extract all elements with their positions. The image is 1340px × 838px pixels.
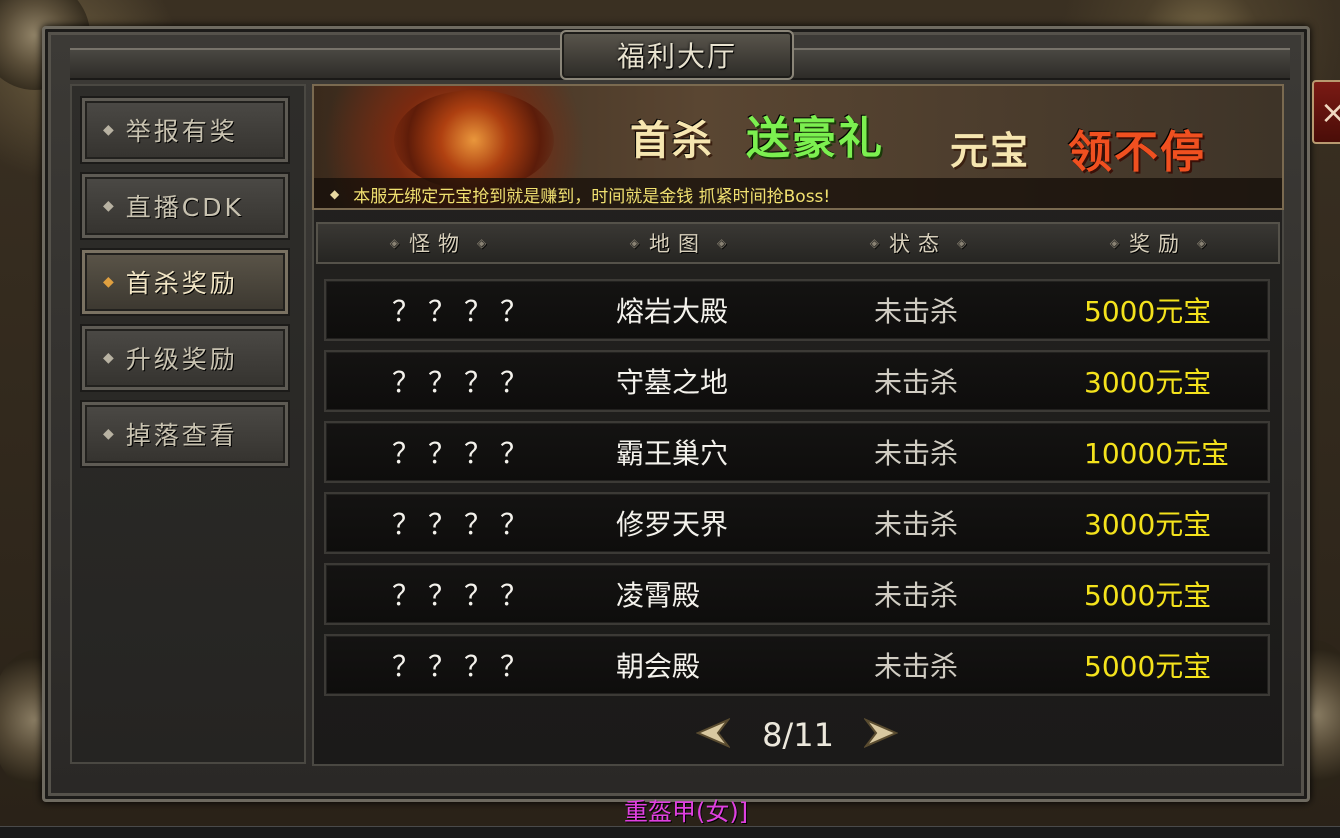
banner-headline-1: 首杀 [630,118,714,164]
ornament-icon: ◈ [1109,236,1119,250]
column-header-reward: ◈ 奖励 ◈ [1109,232,1207,256]
ornament-icon: ◈ [717,236,727,250]
close-icon: × [1320,93,1340,131]
map-cell: 修罗天界 [616,508,729,541]
reward-cell: 5000元宝 [1084,579,1212,612]
diamond-bullet-icon: ◆ [103,274,114,290]
diamond-bullet-icon: ◆ [103,122,114,138]
sidebar-item-first-kill-reward[interactable]: ◆ 首杀奖励 [82,250,288,314]
status-cell: 未击杀 [874,437,959,470]
status-cell: 未击杀 [874,508,959,541]
prev-page-arrow-icon[interactable] [696,716,730,750]
sidebar-item-label: 升级奖励 [125,345,238,374]
item-name-label: 重盔甲(女)] [624,798,749,826]
sidebar-item-drop-view[interactable]: ◆ 掉落查看 [82,402,288,466]
status-cell: 未击杀 [874,295,959,328]
pager: 8/11 [696,712,906,758]
diamond-bullet-icon: ◆ [103,426,114,442]
sidebar-item-label: 掉落查看 [125,421,238,450]
column-header-map: ◈ 地图 ◈ [629,232,727,256]
table-row[interactable]: ？？？？ 凌霄殿 未击杀 5000元宝 [324,563,1270,625]
promo-banner: 首杀 送豪礼 元宝 领不停 ◆ 本服无绑定元宝抢到就是赚到，时间就是金钱 抓紧时… [312,84,1284,210]
ornament-icon: ◈ [1197,236,1207,250]
monster-cell: ？？？？ [392,366,537,399]
ornament-icon: ◈ [957,236,967,250]
table-header: ◈ 怪物 ◈ ◈ 地图 ◈ ◈ 状态 ◈ ◈ 奖励 ◈ [316,222,1280,264]
banner-notice-text: 本服无绑定元宝抢到就是赚到，时间就是金钱 抓紧时间抢Boss! [353,186,831,207]
banner-notice-bar: ◆ 本服无绑定元宝抢到就是赚到，时间就是金钱 抓紧时间抢Boss! [314,178,1282,208]
map-cell: 凌霄殿 [616,579,701,612]
banner-headline-3: 元宝 [950,129,1031,173]
sidebar-item-label: 首杀奖励 [125,269,238,298]
map-cell: 朝会殿 [616,650,701,683]
diamond-bullet-icon: ◆ [103,198,114,214]
monster-cell: ？？？？ [392,295,537,328]
window-title: 福利大厅 [616,40,737,73]
sidebar-item-level-reward[interactable]: ◆ 升级奖励 [82,326,288,390]
notice-arrow-icon: ◆ [330,187,340,201]
table-row[interactable]: ？？？？ 守墓之地 未击杀 3000元宝 [324,350,1270,412]
reward-cell: 5000元宝 [1084,295,1212,328]
table-row[interactable]: ？？？？ 熔岩大殿 未击杀 5000元宝 [324,279,1270,341]
sidebar-item-label: 直播CDK [125,193,244,222]
status-cell: 未击杀 [874,366,959,399]
status-cell: 未击杀 [874,650,959,683]
monster-cell: ？？？？ [392,579,537,612]
map-cell: 熔岩大殿 [616,295,729,328]
monster-cell: ？？？？ [392,508,537,541]
table-row[interactable]: ？？？？ 朝会殿 未击杀 5000元宝 [324,634,1270,696]
sidebar-item-label: 举报有奖 [125,117,238,146]
page-indicator: 8/11 [762,716,834,754]
map-cell: 霸王巢穴 [616,437,729,470]
close-button[interactable]: × [1312,80,1340,144]
demon-art [394,90,554,190]
ornament-icon: ◈ [389,236,399,250]
banner-headline-2: 送豪礼 [746,113,884,164]
sidebar-item-live-cdk[interactable]: ◆ 直播CDK [82,174,288,238]
column-header-monster: ◈ 怪物 ◈ [389,232,487,256]
ornament-icon: ◈ [629,236,639,250]
sidebar-item-report-reward[interactable]: ◆ 举报有奖 [82,98,288,162]
banner-headline-4: 领不停 [1068,127,1206,178]
column-header-status: ◈ 状态 ◈ [869,232,967,256]
ornament-icon: ◈ [869,236,879,250]
reward-cell: 3000元宝 [1084,366,1212,399]
bottom-status-strip [0,826,1340,838]
status-cell: 未击杀 [874,579,959,612]
monster-cell: ？？？？ [392,650,537,683]
reward-cell: 5000元宝 [1084,650,1212,683]
window-title-plate: 福利大厅 [560,30,794,80]
reward-cell: 10000元宝 [1084,437,1230,470]
ornament-icon: ◈ [477,236,487,250]
monster-cell: ？？？？ [392,437,537,470]
diamond-bullet-icon: ◆ [103,350,114,366]
next-page-arrow-icon[interactable] [864,716,898,750]
reward-cell: 3000元宝 [1084,508,1212,541]
table-row[interactable]: ？？？？ 霸王巢穴 未击杀 10000元宝 [324,421,1270,483]
map-cell: 守墓之地 [616,366,729,399]
table-row[interactable]: ？？？？ 修罗天界 未击杀 3000元宝 [324,492,1270,554]
